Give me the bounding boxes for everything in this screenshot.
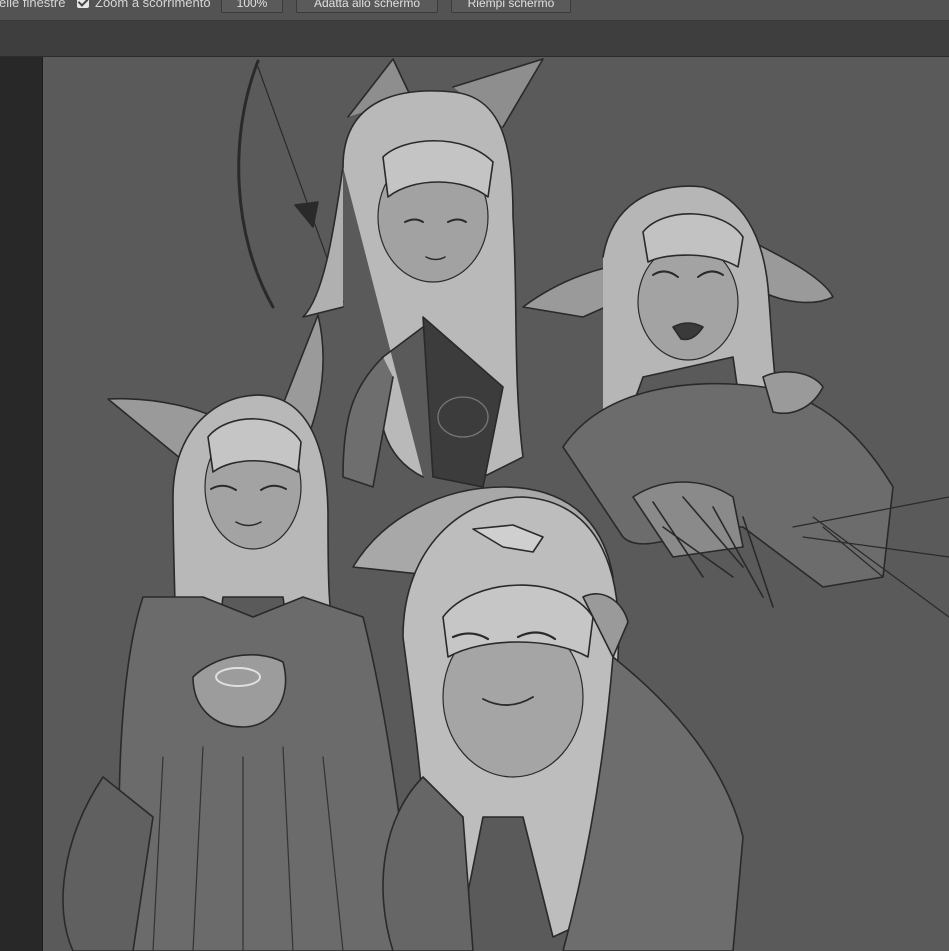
sketch-artwork	[43, 57, 949, 951]
scrubby-zoom-label: Zoom a scorrimento	[95, 0, 211, 10]
canvas[interactable]	[43, 57, 949, 951]
character-bottom-center	[353, 487, 743, 951]
zoom-level-field[interactable]: 100%	[221, 0, 283, 13]
window-option-label: elle finestre	[0, 0, 66, 10]
character-top-center	[303, 59, 543, 487]
fit-screen-button[interactable]: Adatta allo schermo	[296, 0, 438, 13]
document-tab-strip	[0, 21, 949, 57]
options-bar: elle finestre Zoom a scorrimento 100% Ad…	[0, 0, 949, 21]
scrubby-zoom-checkbox[interactable]	[77, 0, 89, 8]
fill-screen-button[interactable]: Riempi schermo	[451, 0, 571, 13]
tools-panel	[0, 57, 43, 951]
bow-sketch	[239, 61, 273, 307]
bow-grip	[295, 202, 318, 227]
